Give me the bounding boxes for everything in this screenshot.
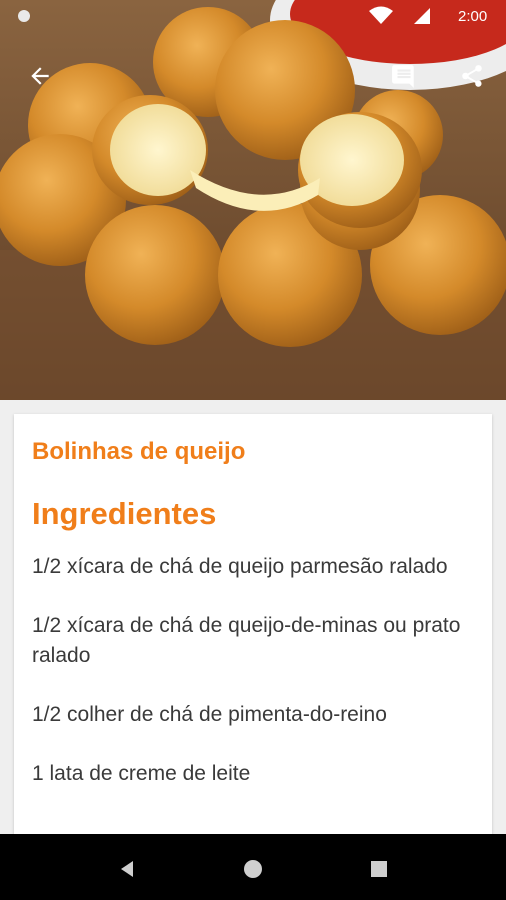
nav-back-button[interactable] (112, 854, 142, 884)
nav-recents-button[interactable] (364, 854, 394, 884)
nav-home-button[interactable] (238, 854, 268, 884)
comment-icon (392, 65, 414, 88)
status-bar: 2:00 (0, 0, 506, 32)
ingredients-list: 1/2 xícara de chá de queijo parmesão ral… (32, 552, 472, 818)
circle-home-icon (244, 860, 262, 878)
comments-button[interactable] (384, 56, 424, 96)
back-button[interactable] (20, 56, 60, 96)
triangle-back-icon (121, 861, 133, 877)
recipe-card: Bolinhas de queijo Ingredientes 1/2 xíca… (14, 414, 492, 844)
square-recents-icon (371, 861, 387, 877)
signal-icon (414, 8, 430, 24)
share-icon (462, 65, 482, 87)
status-time: 2:00 (458, 8, 488, 25)
ingredient-item: 1 lata de creme de leite (32, 762, 251, 785)
recipe-title: Bolinhas de queijo (32, 438, 246, 465)
ingredient-item: 1/2 colher de chá de pimenta-do-reino (32, 703, 387, 726)
ingredient-item: 1/2 xícara de chá de queijo parmesão ral… (32, 555, 448, 578)
arrow-left-icon (31, 67, 49, 85)
ingredient-item: 1/2 xícara de chá de queijo-de-minas ou … (32, 614, 461, 667)
system-nav-bar (0, 834, 506, 900)
ingredients-heading: Ingredientes (32, 496, 217, 531)
wifi-icon (369, 6, 393, 24)
notification-dot-icon (18, 10, 30, 22)
share-button[interactable] (452, 56, 492, 96)
toolbar (0, 56, 506, 96)
